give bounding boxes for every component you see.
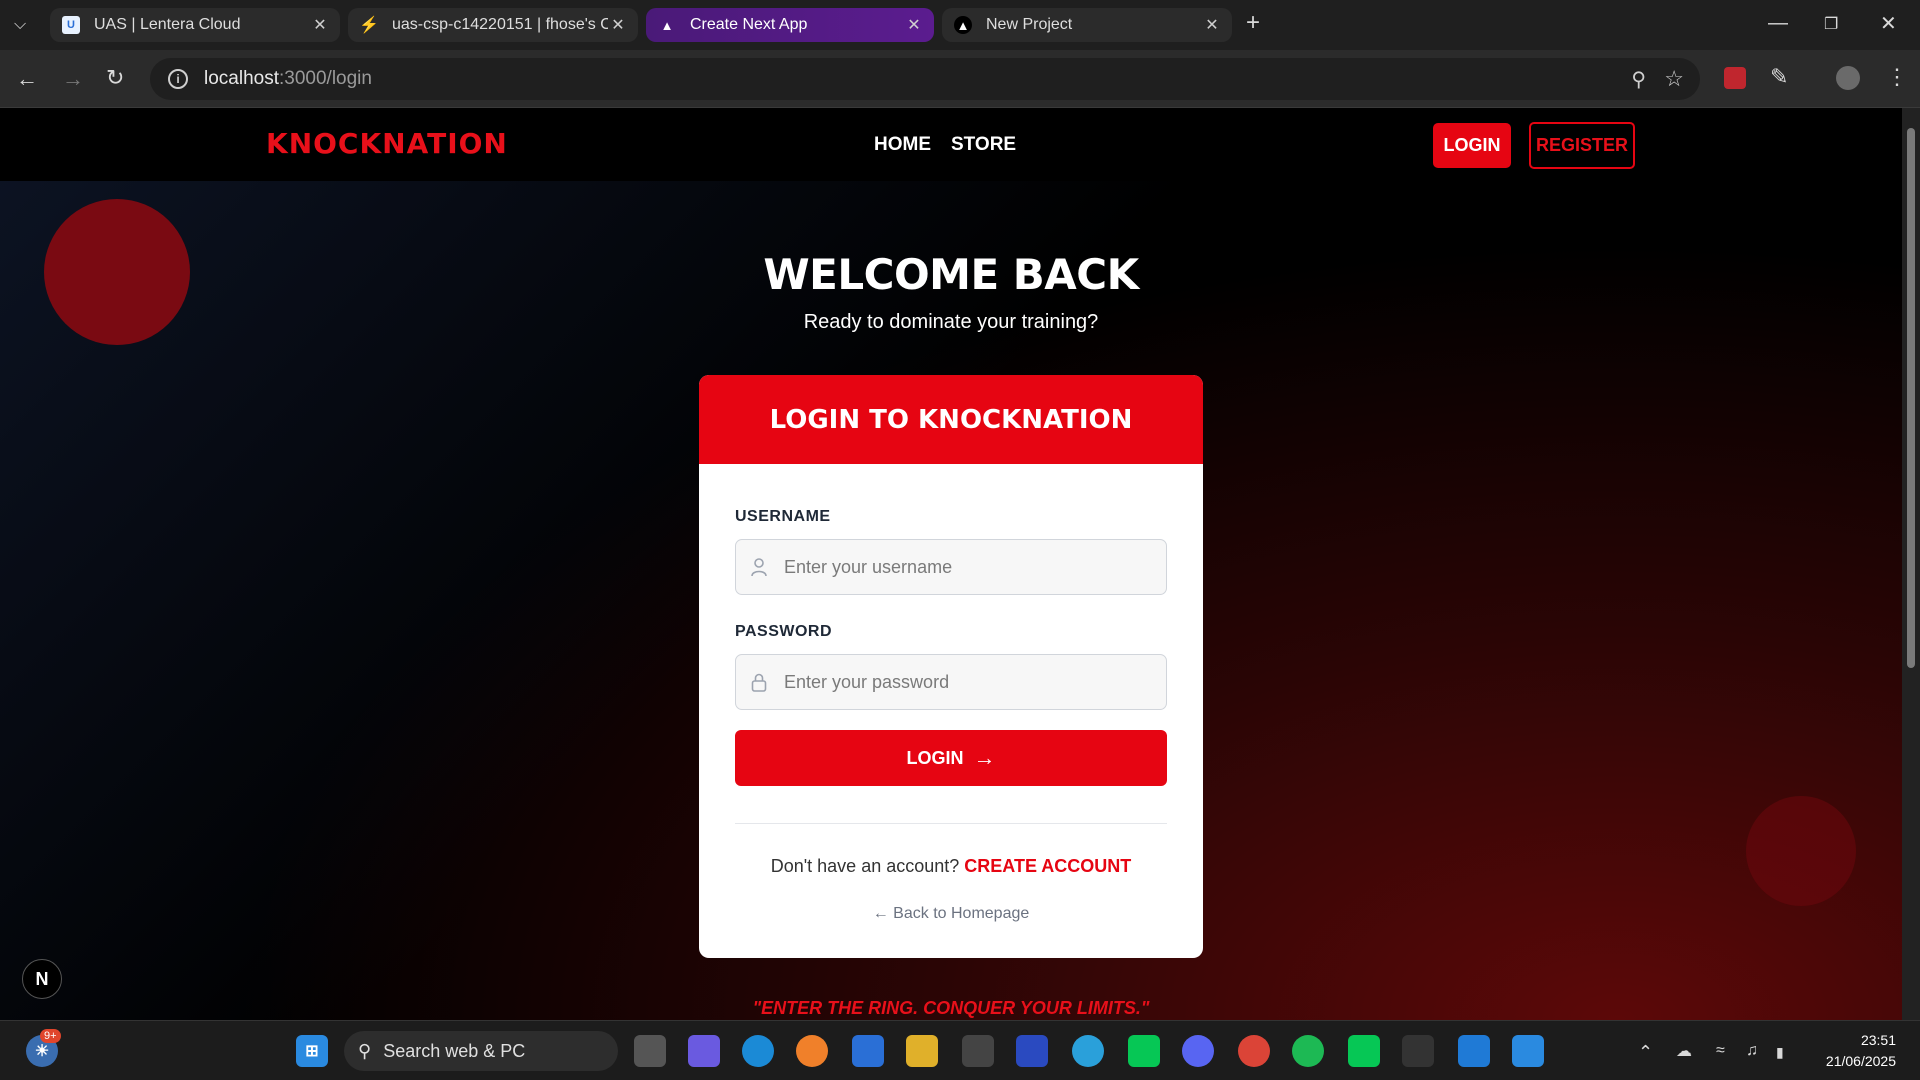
brave-browser-icon[interactable]	[796, 1035, 828, 1067]
site-info-icon[interactable]: i	[168, 69, 188, 89]
copilot-icon[interactable]	[688, 1035, 720, 1067]
nav-store-link[interactable]: STORE	[951, 134, 1016, 156]
terminal-icon[interactable]	[1402, 1035, 1434, 1067]
username-input[interactable]	[784, 556, 1164, 578]
search-placeholder: Search web & PC	[383, 1040, 526, 1061]
decorative-circle	[1746, 796, 1856, 906]
supabase-favicon-icon: ⚡	[359, 17, 379, 34]
line-icon[interactable]	[1348, 1035, 1380, 1067]
reload-icon[interactable]: ↻	[106, 67, 124, 89]
forward-arrow-icon[interactable]: →	[62, 68, 84, 90]
login-page: KNOCKNATION HOME STORE LOGIN REGISTER WE…	[0, 108, 1902, 1020]
login-card-heading: LOGIN TO KNOCKNATION	[699, 375, 1203, 464]
tab-list-chevron-icon[interactable]: ⌵	[14, 14, 26, 36]
clock-time: 23:51	[1860, 1032, 1896, 1048]
nextjs-dev-badge[interactable]: N	[22, 959, 62, 999]
login-submit-button[interactable]: LOGIN →	[735, 730, 1167, 786]
close-icon[interactable]: ✕	[608, 15, 628, 35]
tagline-quote: "ENTER THE RING. CONQUER YOUR LIMITS."	[752, 998, 1150, 1018]
lentera-favicon-icon: U	[62, 16, 80, 34]
site-navbar: KNOCKNATION HOME STORE LOGIN REGISTER	[0, 108, 1902, 181]
no-account-text: Don't have an account?	[770, 856, 960, 876]
page-scrollbar[interactable]	[1902, 108, 1920, 1020]
wifi-icon[interactable]: ≈	[1716, 1040, 1725, 1062]
edge-icon[interactable]	[742, 1035, 774, 1067]
vercel-triangle-icon: ▲	[660, 17, 674, 33]
browser-toolbar: ← → ↻ i localhost:3000/login ⚲ ☆ ✎ ⋮	[0, 50, 1920, 108]
tab-new-project[interactable]: ▲ New Project ✕	[942, 8, 1232, 42]
tab-title: New Project	[986, 16, 1073, 33]
back-arrow-icon[interactable]: ←	[16, 68, 38, 90]
lock-icon	[751, 673, 767, 692]
menu-kebab-icon[interactable]: ⋮	[1886, 66, 1908, 88]
welcome-heading: WELCOME BACK	[763, 250, 1139, 299]
tab-title: uas-csp-c14220151 | fhose's Or	[392, 16, 608, 33]
discord-icon[interactable]	[1182, 1035, 1214, 1067]
unity-icon[interactable]	[962, 1035, 994, 1067]
clock-date: 21/06/2025	[1825, 1053, 1896, 1069]
minimize-icon[interactable]: —	[1768, 12, 1788, 34]
notification-badge: 9+	[40, 1029, 61, 1043]
address-bar[interactable]: i localhost:3000/login ⚲ ☆	[150, 58, 1700, 100]
spotify-icon[interactable]	[1292, 1035, 1324, 1067]
url-path: :3000/login	[279, 68, 372, 89]
close-icon[interactable]: ✕	[1202, 15, 1222, 35]
password-label: PASSWORD	[735, 623, 833, 640]
tray-chevron-up-icon[interactable]: ⌃	[1638, 1041, 1653, 1063]
close-icon[interactable]: ✕	[904, 15, 924, 35]
profile-avatar[interactable]	[1836, 66, 1860, 90]
vercel-triangle-icon: ▲	[954, 16, 972, 34]
tab-uas-csp[interactable]: ⚡ uas-csp-c14220151 | fhose's Or ✕	[348, 8, 638, 42]
new-tab-plus-icon[interactable]: +	[1246, 11, 1260, 35]
browser-tab-bar: ⌵ U UAS | Lentera Cloud ✕ ⚡ uas-csp-c142…	[0, 0, 1920, 50]
bookmark-star-icon[interactable]: ☆	[1664, 66, 1684, 92]
password-field[interactable]	[735, 654, 1167, 710]
create-account-link[interactable]: CREATE ACCOUNT	[964, 856, 1131, 876]
window-close-icon[interactable]: ✕	[1880, 13, 1897, 35]
restore-icon[interactable]: ❐	[1824, 14, 1838, 36]
battery-icon[interactable]: ▮	[1776, 1041, 1784, 1063]
login-card: LOGIN TO KNOCKNATION USERNAME PASSWORD L…	[699, 375, 1203, 958]
extensions-puzzle-icon[interactable]: ✎	[1770, 66, 1788, 88]
taskbar-clock[interactable]: 23:51 21/06/2025	[1826, 1030, 1896, 1072]
scrollbar-thumb[interactable]	[1907, 128, 1915, 668]
windows-taskbar: ☀ 9+ ⊞ ⚲ Search web & PC ⌃ ☁ ≈ ♫ ▮ 23:51…	[0, 1020, 1920, 1080]
nav-home-link[interactable]: HOME	[874, 134, 931, 156]
vscode-icon[interactable]	[1458, 1035, 1490, 1067]
signup-prompt: Don't have an account? CREATE ACCOUNT	[699, 856, 1203, 877]
windows-start-icon[interactable]: ⊞	[296, 1035, 328, 1067]
tab-title: UAS | Lentera Cloud	[94, 16, 241, 33]
username-label: USERNAME	[735, 508, 831, 525]
tab-create-next-app[interactable]: ▲ Create Next App ✕	[646, 8, 934, 42]
tab-uas-lentera[interactable]: U UAS | Lentera Cloud ✕	[50, 8, 340, 42]
back-to-homepage-link[interactable]: ← Back to Homepage	[699, 905, 1203, 923]
line-icon[interactable]	[1128, 1035, 1160, 1067]
username-field[interactable]	[735, 539, 1167, 595]
search-icon: ⚲	[358, 1040, 372, 1061]
extension-app-icon[interactable]	[1724, 67, 1746, 89]
password-input[interactable]	[784, 671, 1164, 693]
telegram-icon[interactable]	[1072, 1035, 1104, 1067]
welcome-subtitle: Ready to dominate your training?	[803, 311, 1099, 333]
file-explorer-icon[interactable]	[906, 1035, 938, 1067]
app-icon[interactable]	[1512, 1035, 1544, 1067]
arrow-right-icon: →	[973, 745, 996, 770]
divider	[735, 823, 1167, 824]
microsoft-store-icon[interactable]	[852, 1035, 884, 1067]
chrome-icon[interactable]	[1238, 1035, 1270, 1067]
task-view-icon[interactable]	[634, 1035, 666, 1067]
user-icon	[751, 558, 767, 577]
login-button-label: LOGIN	[906, 747, 964, 768]
tab-title: Create Next App	[690, 16, 808, 33]
close-icon[interactable]: ✕	[310, 15, 330, 35]
app-icon[interactable]	[1016, 1035, 1048, 1067]
brand-logo[interactable]: KNOCKNATION	[266, 127, 508, 160]
zoom-icon[interactable]: ⚲	[1631, 67, 1646, 92]
url-host: localhost	[204, 68, 279, 89]
volume-icon[interactable]: ♫	[1746, 1040, 1758, 1062]
nav-register-button[interactable]: REGISTER	[1529, 122, 1635, 169]
nav-login-button[interactable]: LOGIN	[1433, 123, 1511, 168]
taskbar-search[interactable]: ⚲ Search web & PC	[344, 1031, 618, 1071]
onedrive-icon[interactable]: ☁	[1676, 1041, 1692, 1063]
